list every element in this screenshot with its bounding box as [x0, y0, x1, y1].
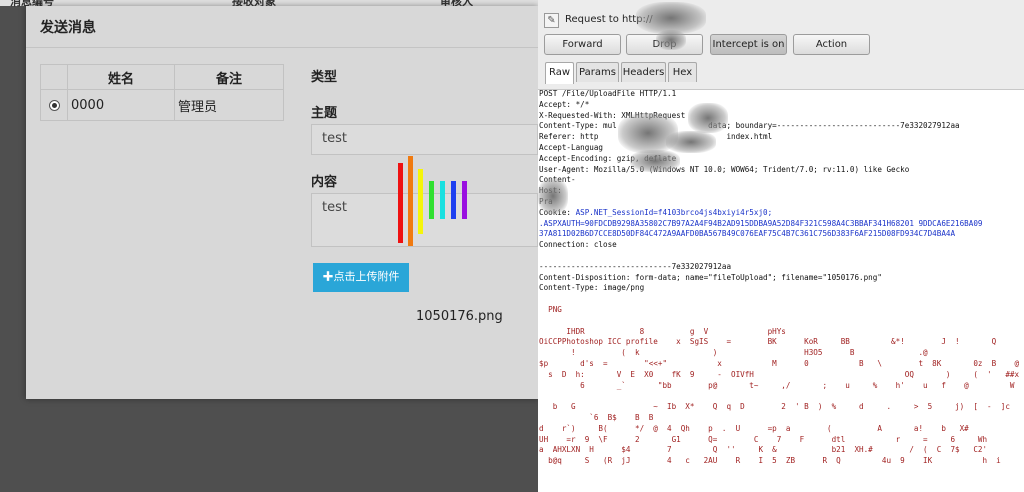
type-label: 类型: [311, 70, 338, 85]
tab-hex[interactable]: Hex: [668, 62, 697, 82]
request-line: a AHXLXN H $4 7 Q '' K & b21 XH.# / ( C …: [539, 445, 988, 455]
request-line: 6 _` "bb p@ t~ ,/ ; u % h' u f @ W: [539, 380, 1015, 390]
raw-request-editor[interactable]: POST /File/UploadFile HTTP/1.1 Accept: */…: [538, 89, 1024, 492]
pencil-icon[interactable]: ✎: [544, 13, 559, 28]
row-name: 0000: [67, 89, 175, 121]
request-line: Content-Disposition: form-data; name="fi…: [539, 272, 882, 282]
request-line: X-Requested-With: XMLHttpRequest: [539, 110, 686, 120]
table-header-remark: 备注: [174, 64, 284, 90]
request-line: Accept-Encoding: gzip, deflate: [539, 153, 677, 163]
request-line: $p d's = "<<+" x M 0 B \ t 8K 0z B @: [539, 358, 1020, 368]
request-line: Content-Type: image/png: [539, 283, 645, 293]
forward-button[interactable]: Forward: [544, 34, 621, 55]
web-page: 消息编号 接收对象 审核人 发送消息 姓名 备注 0000 管理员 类型 主题 …: [0, 0, 538, 492]
request-line: POST /File/UploadFile HTTP/1.1: [539, 89, 677, 98]
request-line: Content-: [539, 175, 1024, 186]
table-row[interactable]: 0000 管理员: [40, 89, 284, 121]
request-line: ! ( k ) H3O5 B .@: [539, 348, 928, 358]
redaction: [688, 103, 728, 133]
request-line: Connection: close: [539, 240, 617, 250]
request-line: Content-Type: mul data; boundary=-------…: [539, 121, 960, 131]
uploaded-filename: 1050176.png: [416, 309, 503, 324]
row-remark: 管理员: [174, 89, 284, 121]
image-preview: [398, 156, 467, 246]
burp-intercept-panel: ✎ Request to http:// Forward Drop Interc…: [538, 0, 1024, 492]
request-line: -----------------------------7e332027912…: [539, 261, 732, 271]
tab-headers[interactable]: Headers: [621, 62, 666, 82]
tab-params[interactable]: Params: [576, 62, 619, 82]
request-line: User-Agent: Mozilla/5.0 (Windows NT 10.0…: [539, 164, 910, 174]
recipient-radio[interactable]: [48, 99, 60, 111]
request-line: OiCCPPhotoshop ICC profile x SgIS = BK K…: [539, 337, 997, 347]
request-line: b G ~ Ib X* Q q D 2 ' B ) % d . > 5 j) […: [539, 402, 1024, 412]
request-line: b@q S (R jJ 4 c 2AU R I 5 ZB R Q 4u 9 IK…: [539, 456, 1001, 466]
action-button[interactable]: Action: [793, 34, 870, 55]
subject-label: 主题: [311, 106, 338, 121]
request-line: Host:: [539, 186, 1024, 197]
table-header-select: [40, 64, 68, 90]
modal-title: 发送消息: [40, 20, 96, 36]
burp-toolbar: ✎ Request to http:// Forward Drop Interc…: [538, 0, 1024, 90]
content-label: 内容: [311, 175, 338, 190]
redaction: [656, 30, 686, 50]
request-line: [539, 294, 1024, 305]
request-line: Accept-Languag: [539, 142, 604, 152]
request-line: Cookie: ASP.NET_SessionId=f4103brco4js4b…: [539, 207, 773, 217]
request-line: [539, 391, 1024, 402]
request-line: .ASPXAUTH=90FDCDB9298A35802C7B97A2A4F94B…: [539, 218, 983, 228]
request-line: d r`) B( */ @ 4 Qh p . U =p a ( A a! b X…: [539, 423, 1024, 433]
recipient-table: 姓名 备注 0000 管理员: [40, 64, 284, 121]
modal-header-divider: [26, 47, 538, 48]
redaction: [538, 178, 568, 214]
subject-input[interactable]: test: [311, 124, 538, 155]
request-line: Referer: http index.html: [539, 132, 773, 142]
request-line: [539, 251, 1024, 262]
request-line: UH =r 9 \F 2 G1 Q= C 7 F dtl r = 6 Wh: [539, 434, 988, 444]
request-line: Pra: [539, 197, 1024, 208]
intercept-toggle-button[interactable]: Intercept is on: [710, 34, 787, 55]
request-line: Accept: */*: [539, 99, 590, 109]
request-line: s D h: V E X0 fK 9 - OIVfH OQ ) ( ' ##x: [539, 369, 1020, 379]
table-header-row: 姓名 备注: [40, 64, 284, 90]
request-line: [539, 316, 1024, 327]
request-line: PNG: [539, 304, 562, 314]
send-message-modal: 发送消息 姓名 备注 0000 管理员 类型 主题 test 内容 test ✚…: [26, 6, 538, 399]
table-header-name: 姓名: [67, 64, 175, 90]
redaction: [630, 150, 680, 172]
tab-raw[interactable]: Raw: [545, 62, 574, 84]
row-select-cell[interactable]: [40, 89, 68, 121]
upload-attachment-button[interactable]: ✚点击上传附件: [313, 263, 409, 292]
request-line: 37A811D02B6D7CCE8D50DF84C472A9AAFD0BA567…: [539, 229, 956, 239]
redaction: [666, 131, 716, 153]
request-line: IHDR 8 g V pHYs: [539, 326, 786, 336]
request-line: `6 B$ B B: [539, 412, 654, 422]
